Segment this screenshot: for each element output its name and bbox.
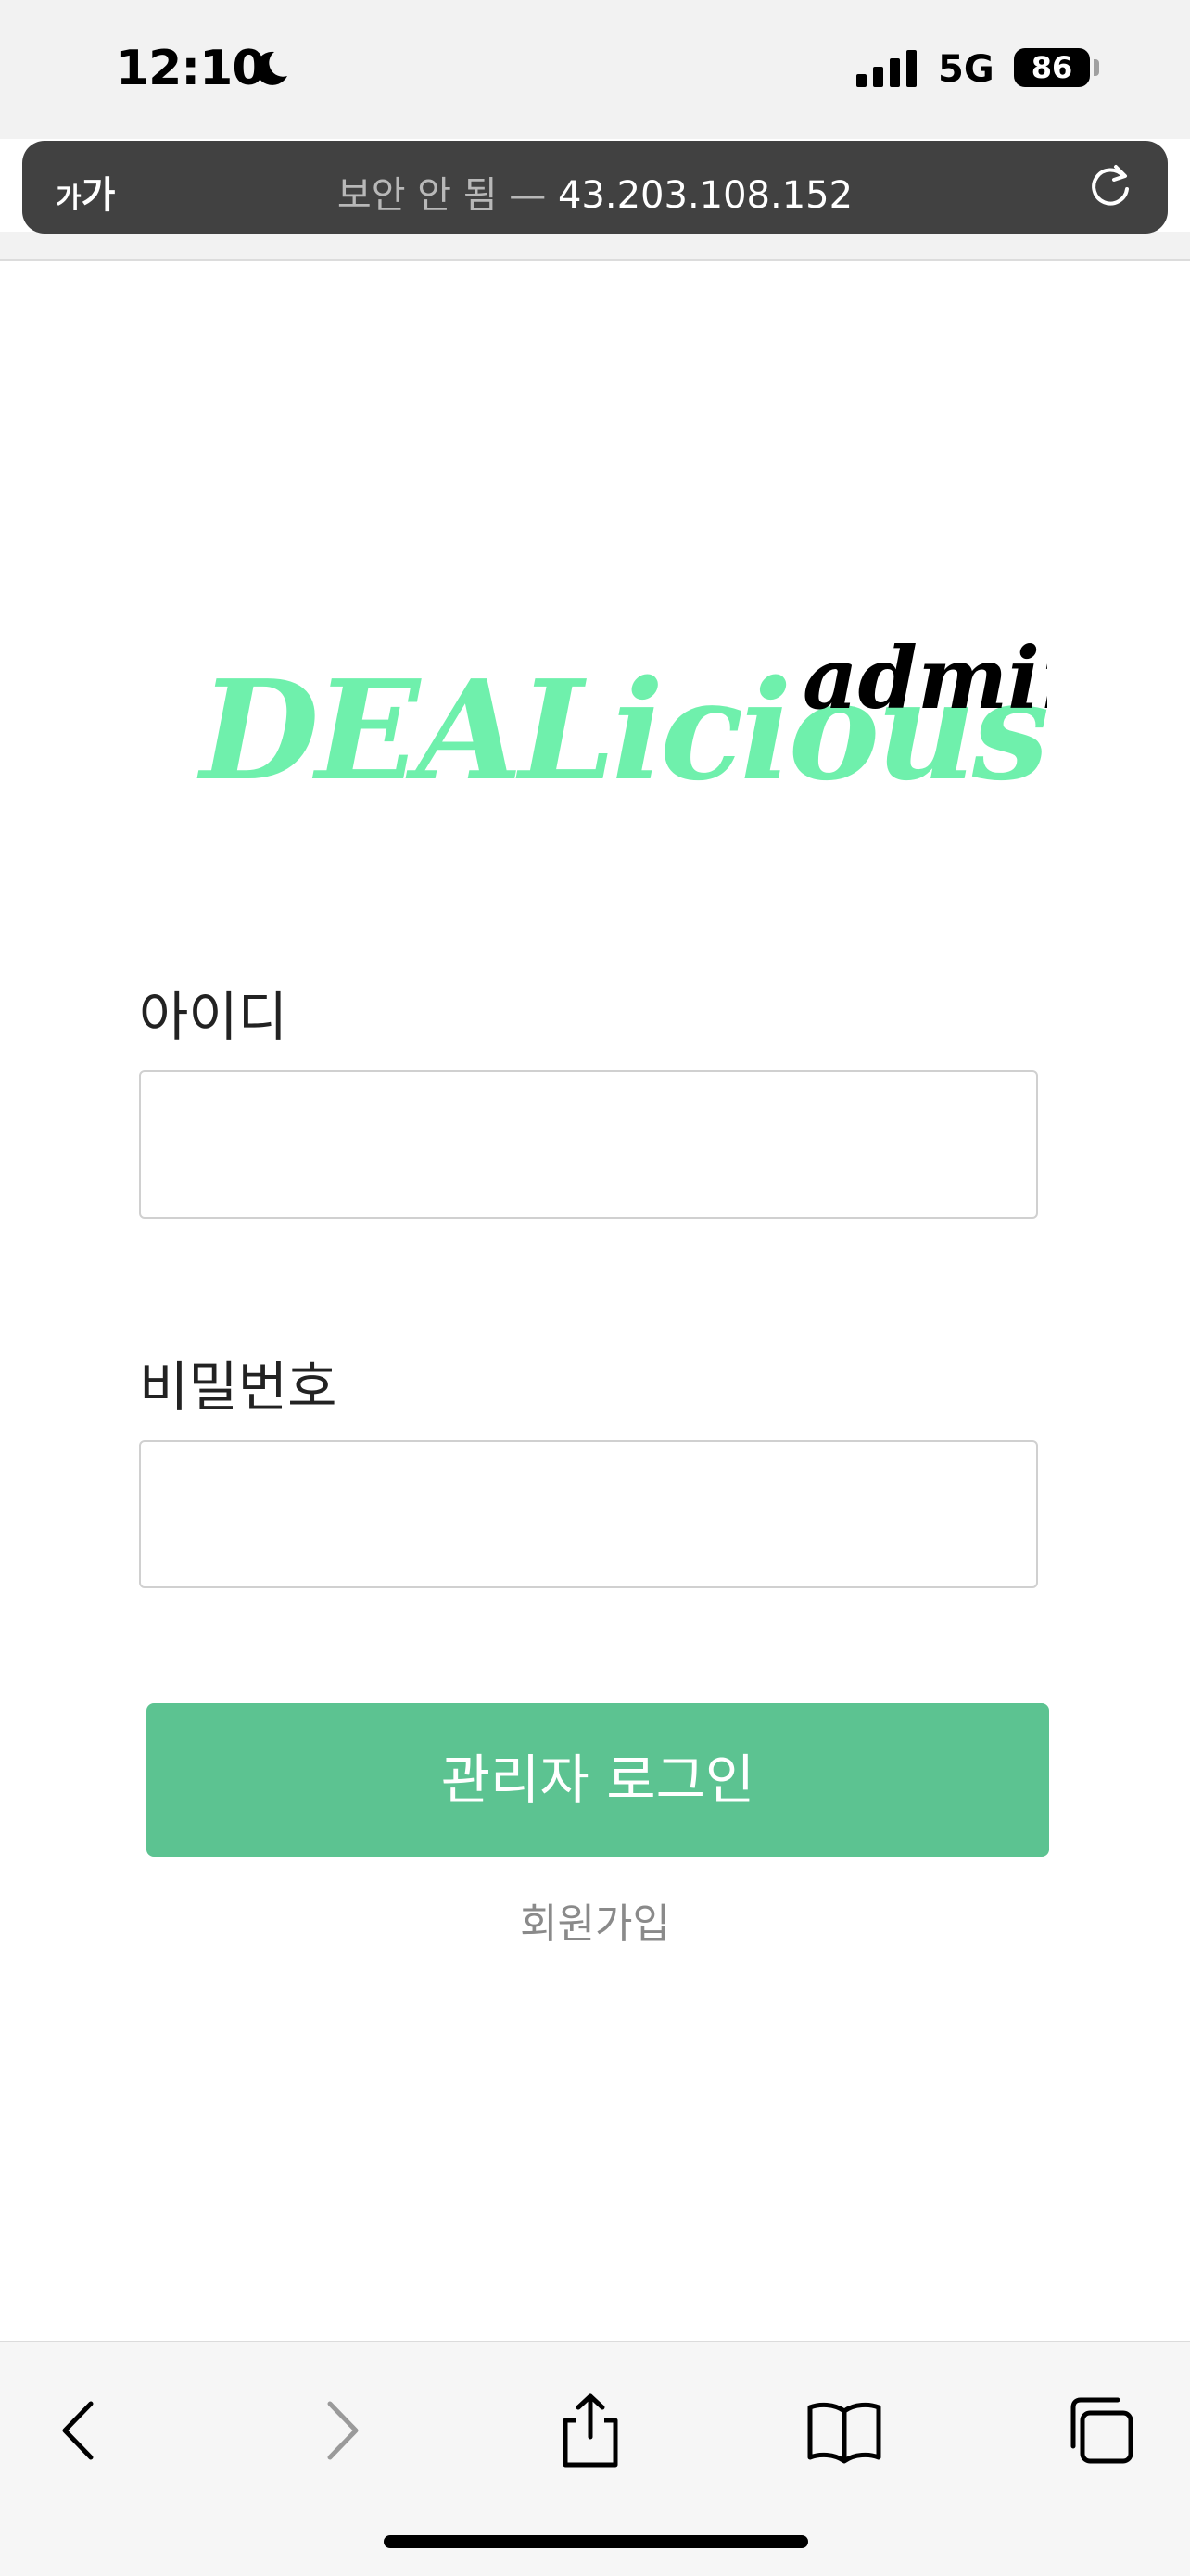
- bookmarks-icon[interactable]: [803, 2389, 886, 2472]
- url-address[interactable]: 보안 안 됨 — 43.203.108.152: [22, 165, 1168, 219]
- network-type: 5G: [938, 48, 994, 91]
- signup-link-text[interactable]: 회원가입: [520, 1900, 670, 1948]
- id-label: 아이디: [139, 985, 288, 1048]
- url-separator: —: [497, 174, 558, 217]
- forward-icon[interactable]: [298, 2389, 382, 2472]
- back-icon[interactable]: [39, 2389, 122, 2472]
- battery-level: 86: [1031, 50, 1073, 85]
- admin-login-button[interactable]: 관리자 로그인: [146, 1703, 1049, 1857]
- url-host: 43.203.108.152: [557, 174, 854, 217]
- moon-icon: [255, 51, 287, 85]
- tabs-icon[interactable]: [1058, 2389, 1142, 2472]
- battery-nub: [1094, 59, 1099, 76]
- status-time: 12:10: [116, 41, 266, 96]
- signup-link: 회원가입: [0, 1890, 1190, 1950]
- logo-admin-text: admin: [803, 628, 1047, 728]
- dealicious-admin-logo: DEALicious admin: [196, 628, 1047, 811]
- browser-chrome-bg: [0, 232, 1190, 259]
- battery-icon: 86: [1014, 48, 1090, 87]
- browser-divider: [0, 259, 1190, 261]
- share-icon[interactable]: [549, 2389, 632, 2472]
- status-bar: 12:10 5G 86: [0, 0, 1190, 139]
- reload-icon[interactable]: [1082, 159, 1138, 215]
- password-input[interactable]: [139, 1440, 1038, 1588]
- id-input[interactable]: [139, 1070, 1038, 1219]
- insecure-label: 보안 안 됨: [336, 174, 498, 217]
- home-indicator: [384, 2535, 808, 2548]
- password-label: 비밀번호: [139, 1356, 337, 1419]
- signal-icon: [856, 50, 917, 87]
- address-bar[interactable]: 가가 보안 안 됨 — 43.203.108.152: [22, 141, 1168, 234]
